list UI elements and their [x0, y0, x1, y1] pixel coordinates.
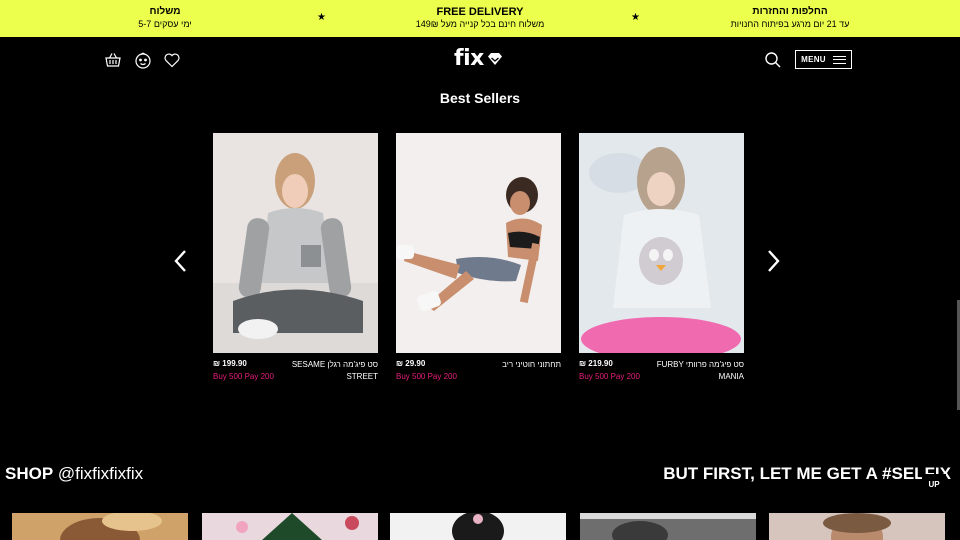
shipping-subtitle: 5-7 ימי עסקים — [138, 19, 192, 29]
menu-label: MENU — [801, 55, 826, 64]
shop-label: SHOP — [5, 464, 54, 483]
scroll-up-button[interactable]: UP — [922, 474, 946, 494]
product-price: ₪ 29.90 — [396, 359, 426, 368]
product-card[interactable]: ₪ 219.90 FURBY סט פיג'מה פרוותי MANIA Bu… — [579, 133, 744, 388]
product-image[interactable] — [579, 133, 744, 353]
product-card[interactable]: ₪ 29.90 תחתוני חוטיני ריב Buy 500 Pay 20… — [396, 133, 561, 388]
heart-icon[interactable] — [162, 50, 182, 70]
search-icon[interactable] — [763, 50, 783, 70]
instagram-photo[interactable] — [12, 513, 188, 540]
baby-icon[interactable] — [133, 50, 153, 70]
returns-title: החלפות והחזרות — [752, 6, 828, 17]
product-image[interactable] — [396, 133, 561, 353]
product-name[interactable]: FURBY סט פיג'מה פרוותי MANIA — [644, 359, 744, 383]
free-delivery-title: FREE DELIVERY — [436, 6, 524, 18]
carousel-next-arrow-icon[interactable] — [764, 246, 784, 276]
shipping-info: משלוח 5-7 ימי עסקים — [120, 6, 210, 30]
site-header: fix MENU — [0, 37, 960, 83]
star-icon: ★ — [631, 12, 640, 23]
product-card[interactable]: ₪ 199.90 SESAME סט פיג'מה רגלן STREET Bu… — [213, 133, 378, 388]
logo-text: fix — [454, 46, 484, 71]
announcement-bar: משלוח 5-7 ימי עסקים ★ FREE DELIVERY משלו… — [0, 0, 960, 37]
product-promo: Buy 500 Pay 200 — [213, 372, 274, 381]
best-sellers-title: Best Sellers — [439, 90, 521, 106]
hamburger-icon — [832, 55, 846, 64]
menu-button[interactable]: MENU — [795, 50, 852, 69]
shipping-title: משלוח — [149, 6, 181, 17]
carousel-prev-arrow-icon[interactable] — [170, 246, 190, 276]
selfix-tagline: BUT FIRST, LET ME GET A #SELFIX — [663, 464, 951, 483]
instagram-photo[interactable] — [202, 513, 378, 540]
product-promo: Buy 500 Pay 200 — [579, 372, 640, 381]
site-logo[interactable]: fix — [454, 46, 503, 72]
diamond-logo-icon — [487, 53, 502, 65]
instagram-photo[interactable] — [580, 513, 756, 540]
free-delivery-subtitle: משלוח חינם בכל קנייה מעל 149₪ — [415, 19, 545, 29]
instagram-handle[interactable]: @fixfixfixfix — [58, 464, 143, 483]
product-price: ₪ 199.90 — [213, 359, 247, 368]
returns-info: החלפות והחזרות עד 21 יום מרגע בפיתוח החנ… — [720, 6, 860, 30]
instagram-photo[interactable] — [390, 513, 566, 540]
basket-icon[interactable] — [103, 50, 123, 70]
product-price: ₪ 219.90 — [579, 359, 613, 368]
shop-instagram-title[interactable]: SHOP @fixfixfixfix — [5, 464, 143, 484]
star-icon: ★ — [317, 12, 326, 23]
free-delivery-info: FREE DELIVERY משלוח חינם בכל קנייה מעל 1… — [405, 6, 555, 30]
product-image[interactable] — [213, 133, 378, 353]
product-name[interactable]: תחתוני חוטיני ריב — [461, 359, 561, 371]
instagram-photo[interactable] — [769, 513, 945, 540]
product-name[interactable]: SESAME סט פיג'מה רגלן STREET — [278, 359, 378, 383]
returns-subtitle: עד 21 יום מרגע בפיתוח החנויות — [730, 19, 850, 29]
product-promo: Buy 500 Pay 200 — [396, 372, 457, 381]
